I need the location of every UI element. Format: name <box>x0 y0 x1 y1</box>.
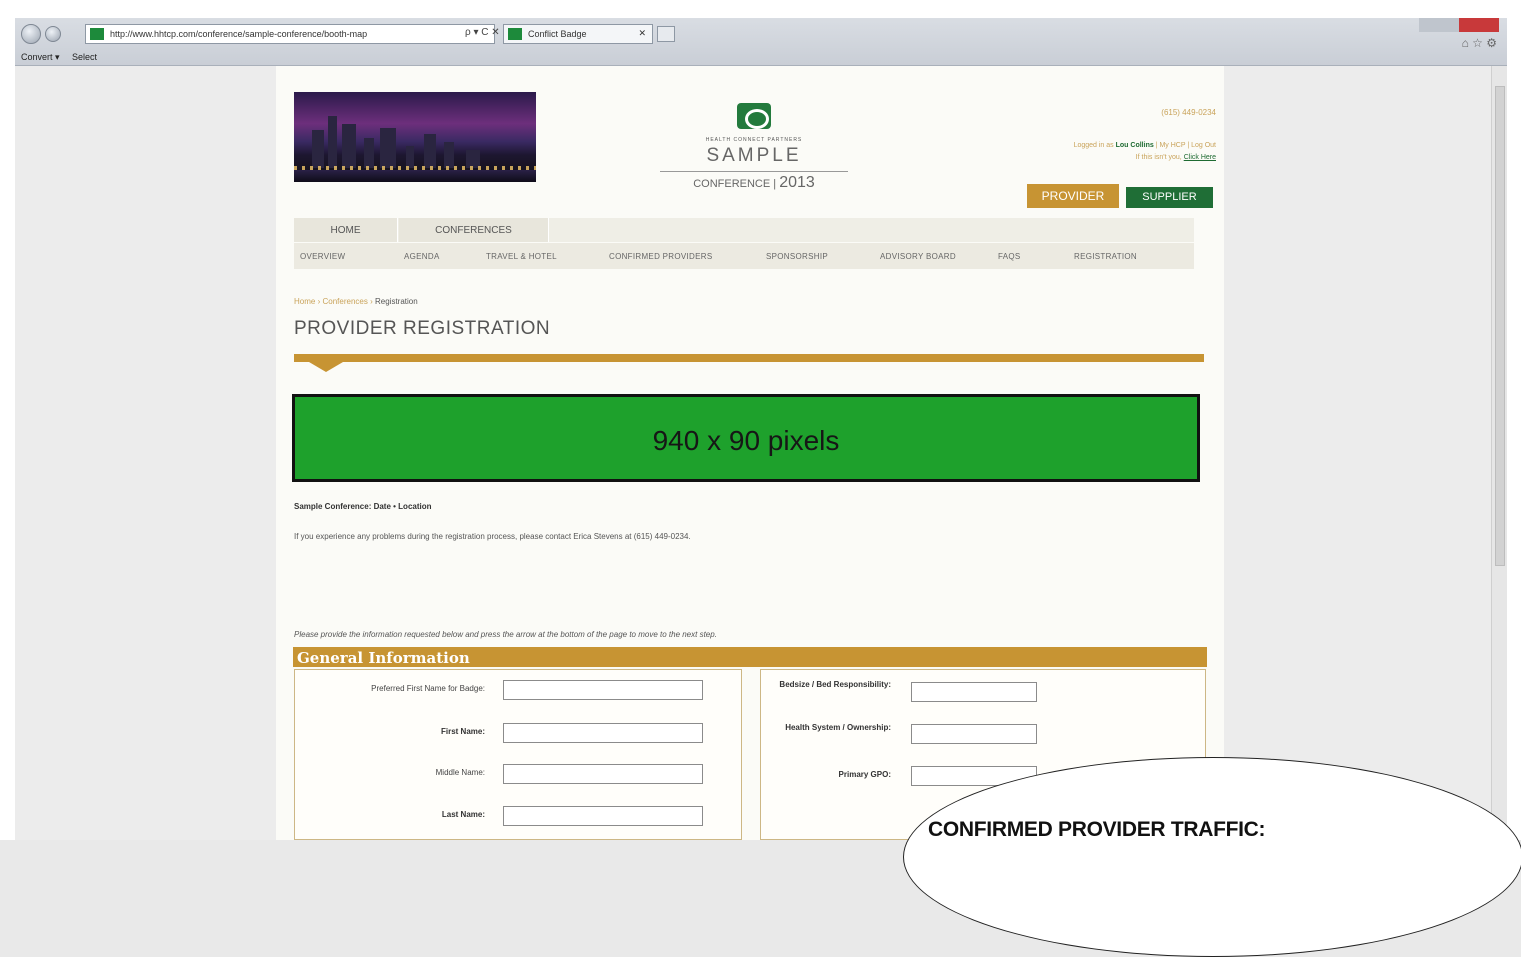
address-bar[interactable]: http://www.hhtcp.com/conference/sample-c… <box>85 24 495 44</box>
website: HEALTH CONNECT PARTNERS SAMPLE CONFERENC… <box>276 66 1224 840</box>
breadcrumb-home[interactable]: Home <box>294 297 315 306</box>
tab-favicon-icon <box>508 28 522 40</box>
contact-phone: (615) 449-0234 <box>1161 108 1216 117</box>
health-system-input[interactable] <box>911 724 1037 744</box>
title-arrow-icon <box>309 362 343 372</box>
page-title: PROVIDER REGISTRATION <box>294 318 551 339</box>
close-tab-icon[interactable]: ✕ <box>638 28 646 39</box>
breadcrumb-conferences[interactable]: Conferences <box>322 297 367 306</box>
logo-conference: CONFERENCE | 2013 <box>693 174 815 191</box>
browser-tab[interactable]: Conflict Badge ✕ <box>503 24 653 44</box>
subnav-advisory-board[interactable]: ADVISORY BOARD <box>880 252 956 261</box>
breadcrumb-current: Registration <box>374 297 418 306</box>
title-divider <box>294 354 1204 362</box>
page-scrollbar[interactable] <box>1491 66 1507 840</box>
ad-banner-placeholder: 940 x 90 pixels <box>292 394 1200 482</box>
scrollbar-thumb[interactable] <box>1495 86 1505 566</box>
page-viewport: HEALTH CONNECT PARTNERS SAMPLE CONFERENC… <box>15 66 1491 840</box>
nav-conferences[interactable]: CONFERENCES <box>399 218 549 242</box>
preferred-first-name-input[interactable] <box>503 680 703 700</box>
command-bar: Convert ▾ Select <box>15 52 107 63</box>
not-you-text: If this isn't you, <box>1135 154 1182 161</box>
login-status: Logged in as Lou Collins | My HCP | Log … <box>1074 140 1216 164</box>
instructions-text: Please provide the information requested… <box>294 630 717 639</box>
supplier-button[interactable]: SUPPLIER <box>1126 187 1213 208</box>
primary-gpo-label: Primary GPO: <box>838 770 891 779</box>
preferred-first-name-label: Preferred First Name for Badge: <box>371 684 485 693</box>
forward-icon[interactable] <box>45 26 61 42</box>
breadcrumb: Home › Conferences › Registration <box>294 297 418 306</box>
middle-name-label: Middle Name: <box>435 768 485 777</box>
section-header: General Information <box>293 647 1207 667</box>
account-links[interactable]: | My HCP | Log Out <box>1156 142 1216 149</box>
subnav-faqs[interactable]: FAQS <box>998 252 1021 261</box>
nav-home[interactable]: HOME <box>294 218 398 242</box>
subnav-confirmed-providers[interactable]: CONFIRMED PROVIDERS <box>609 252 713 261</box>
logo-conference-word: CONFERENCE <box>693 178 771 190</box>
first-name-input[interactable] <box>503 723 703 743</box>
provider-button[interactable]: PROVIDER <box>1027 184 1119 208</box>
left-form-panel: Preferred First Name for Badge: First Na… <box>294 669 742 840</box>
bedsize-label: Bedsize / Bed Responsibility: <box>779 680 891 689</box>
window-controls[interactable] <box>1419 18 1499 32</box>
hero-city-image <box>294 92 536 182</box>
address-url: http://www.hhtcp.com/conference/sample-c… <box>110 29 368 39</box>
first-name-label: First Name: <box>440 727 485 736</box>
support-text: If you experience any problems during th… <box>294 532 691 541</box>
callout-bubble <box>903 757 1521 957</box>
convert-button[interactable]: Convert ▾ <box>21 52 60 62</box>
main-nav: HOME CONFERENCES <box>294 218 1194 242</box>
middle-name-input[interactable] <box>503 764 703 784</box>
subnav-registration[interactable]: REGISTRATION <box>1074 252 1137 261</box>
subnav-travel-hotel[interactable]: TRAVEL & HOTEL <box>486 252 557 261</box>
subnav-sponsorship[interactable]: SPONSORSHIP <box>766 252 828 261</box>
sub-nav: OVERVIEW AGENDA TRAVEL & HOTEL CONFIRMED… <box>294 243 1194 269</box>
subnav-agenda[interactable]: AGENDA <box>404 252 440 261</box>
health-system-label: Health System / Ownership: <box>785 723 891 732</box>
site-favicon-icon <box>90 28 104 40</box>
new-tab-button[interactable] <box>657 26 675 42</box>
logo-divider <box>660 171 848 172</box>
address-tools-icon[interactable]: ρ ▾ C ✕ <box>465 27 500 38</box>
select-button[interactable]: Select <box>72 52 97 62</box>
subnav-overview[interactable]: OVERVIEW <box>300 252 345 261</box>
logo-sample: SAMPLE <box>706 145 802 166</box>
browser-chrome: http://www.hhtcp.com/conference/sample-c… <box>15 18 1507 66</box>
logged-user[interactable]: Lou Collins <box>1116 142 1154 149</box>
logo-org-name: HEALTH CONNECT PARTNERS <box>705 137 803 143</box>
logo-year: 2013 <box>779 174 815 191</box>
last-name-input[interactable] <box>503 806 703 826</box>
tab-title: Conflict Badge <box>528 29 587 39</box>
bedsize-input[interactable] <box>911 682 1037 702</box>
logo-icon[interactable] <box>737 103 771 129</box>
click-here-link[interactable]: Click Here <box>1184 154 1216 161</box>
toolbar-icons[interactable]: ⌂ ☆ ⚙ <box>1462 36 1497 50</box>
screenshot-frame: http://www.hhtcp.com/conference/sample-c… <box>0 0 1521 957</box>
callout-text: CONFIRMED PROVIDER TRAFFIC: <box>928 818 1266 841</box>
last-name-label: Last Name: <box>441 810 485 819</box>
back-icon[interactable] <box>21 24 41 44</box>
logged-prefix: Logged in as <box>1073 142 1114 149</box>
conference-info: Sample Conference: Date • Location <box>294 502 432 511</box>
